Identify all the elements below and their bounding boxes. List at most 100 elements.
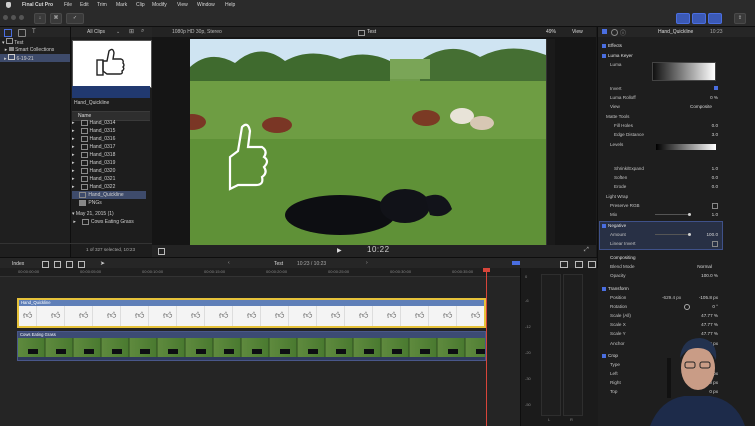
menu-file[interactable]: File <box>64 2 72 8</box>
row-value[interactable]: 1.0 <box>712 211 718 218</box>
playhead-handle[interactable] <box>483 268 490 272</box>
color-inspector-icon[interactable] <box>611 29 618 36</box>
compositing-header[interactable]: Compositing <box>600 254 722 261</box>
amount-value[interactable]: 100.0 <box>707 231 719 238</box>
clip-thumbnail[interactable] <box>72 40 152 88</box>
view-popup[interactable]: View <box>572 29 583 35</box>
keywords-button[interactable]: ⌘ <box>50 13 62 24</box>
list-item[interactable]: ▸ Hand_0314 <box>72 119 146 127</box>
row-value[interactable]: 3.0 <box>712 131 718 138</box>
fullscreen-icon[interactable]: ⤢ <box>584 247 589 254</box>
overwrite-clip-icon[interactable] <box>78 261 85 268</box>
list-item[interactable]: ▸ Hand_0320 <box>72 167 146 175</box>
row-value[interactable]: 0.0 <box>712 122 718 129</box>
forward-arrow-icon[interactable]: › <box>366 260 368 266</box>
back-arrow-icon[interactable]: ‹ <box>228 260 230 266</box>
negative-header[interactable]: Negative <box>600 222 722 229</box>
video-inspector-icon[interactable] <box>602 29 607 34</box>
select-tool-icon[interactable]: ➤ <box>100 260 105 267</box>
mix-slider[interactable] <box>655 214 691 215</box>
menu-edit[interactable]: Edit <box>80 2 89 8</box>
connect-clip-icon[interactable] <box>42 261 49 268</box>
menu-modify[interactable]: Modify <box>152 2 167 8</box>
timeline-area[interactable]: 00:00:00:00 00:00:05:00 00:00:10:00 00:0… <box>0 268 520 426</box>
amount-slider[interactable] <box>655 234 691 235</box>
menu-mark[interactable]: Mark <box>116 2 127 8</box>
preserve-rgb-checkbox[interactable] <box>712 203 718 209</box>
rotation-dial-icon[interactable] <box>684 304 690 310</box>
amount-slider-knob[interactable] <box>688 233 691 236</box>
index-button[interactable]: Index <box>12 261 24 267</box>
import-button[interactable]: ↓ <box>34 13 46 24</box>
timeline-ruler[interactable]: 00:00:00:00 00:00:05:00 00:00:10:00 00:0… <box>0 268 520 277</box>
minimize-window-icon[interactable] <box>11 15 16 20</box>
list-item[interactable]: PNGs <box>72 199 146 207</box>
event-row[interactable]: ▸ 6-19-21 <box>0 54 70 62</box>
checkbox-icon[interactable] <box>602 43 606 48</box>
blend-mode-value[interactable]: Normal <box>697 263 712 270</box>
effects-header[interactable]: Effects <box>600 42 722 49</box>
close-window-icon[interactable] <box>3 15 8 20</box>
layout-browser-button[interactable] <box>676 13 690 24</box>
smart-collections-row[interactable]: ▸ Smart Collections <box>2 46 54 54</box>
filter-popup[interactable]: All Clips <box>87 29 105 35</box>
checkbox-icon[interactable] <box>602 53 606 58</box>
list-item[interactable]: ▸ Hand_0318 <box>72 151 146 159</box>
zoom-popup[interactable]: 49% <box>546 29 556 35</box>
linear-invert-checkbox[interactable] <box>712 241 718 247</box>
scale-all-value[interactable]: 47.77 % <box>701 312 718 319</box>
view-value[interactable]: Composite <box>690 103 712 110</box>
scale-x-value[interactable]: 47.77 % <box>701 321 718 328</box>
rotation-value[interactable]: 0 ° <box>712 303 718 310</box>
checkbox-icon[interactable] <box>602 353 606 358</box>
date-group-row[interactable]: ▾ May 21, 2015 (1) <box>72 210 146 218</box>
list-item-selected[interactable]: Hand_Quickline <box>72 191 146 199</box>
menu-window[interactable]: Window <box>197 2 215 8</box>
clip-appearance-icon[interactable] <box>560 261 568 268</box>
invert-checkbox[interactable] <box>714 86 718 90</box>
luma-keyer-header[interactable]: Luma Keyer <box>600 52 722 59</box>
viewer-timecode[interactable]: 10:22 <box>367 245 390 254</box>
primary-clip[interactable]: Cows Eating Grass <box>17 331 486 361</box>
menu-clip[interactable]: Clip <box>136 2 145 8</box>
filter-chevron-icon[interactable]: ⌄ <box>116 29 120 35</box>
photos-icon[interactable] <box>18 29 26 37</box>
insert-clip-icon[interactable] <box>54 261 61 268</box>
mix-slider-knob[interactable] <box>688 213 691 216</box>
library-row[interactable]: ▾ Test <box>2 38 23 46</box>
layout-timeline-button[interactable] <box>692 13 706 24</box>
search-icon[interactable]: ⌕ <box>141 28 144 35</box>
list-item[interactable]: ▸ Hand_0315 <box>72 127 146 135</box>
transform-header[interactable]: Transform <box>600 285 722 292</box>
checkbox-icon[interactable] <box>602 286 606 291</box>
list-item[interactable]: ▸ Hand_0322 <box>72 183 146 191</box>
position-x-value[interactable]: -629.4 px <box>662 294 681 301</box>
share-button[interactable]: ⇪ <box>734 13 746 24</box>
row-value[interactable]: 0.0 <box>712 183 718 190</box>
menu-app[interactable]: Final Cut Pro <box>22 2 53 8</box>
row-value[interactable]: 0 % <box>710 94 718 101</box>
list-item[interactable]: ▸ Hand_0321 <box>72 175 146 183</box>
libraries-icon[interactable] <box>4 29 12 37</box>
disclosure-icon[interactable]: ▸ <box>0 56 8 62</box>
levels-gradient[interactable] <box>656 144 716 150</box>
checkbox-icon[interactable] <box>602 223 606 228</box>
luma-gradient[interactable] <box>652 62 716 81</box>
opacity-value[interactable]: 100.0 % <box>701 272 718 279</box>
transform-tool-icon[interactable] <box>158 248 165 255</box>
list-item[interactable]: ▸ Cows Eating Grass <box>72 218 146 226</box>
list-item[interactable]: ▸ Hand_0317 <box>72 143 146 151</box>
row-value[interactable]: 1.0 <box>712 165 718 172</box>
menu-trim[interactable]: Trim <box>97 2 107 8</box>
menu-view[interactable]: View <box>177 2 188 8</box>
zoom-window-icon[interactable] <box>19 15 24 20</box>
append-clip-icon[interactable] <box>66 261 73 268</box>
effects-browser-icon[interactable] <box>575 261 583 268</box>
layout-inspector-button[interactable] <box>708 13 722 24</box>
list-item[interactable]: ▸ Hand_0316 <box>72 135 146 143</box>
disclosure-icon[interactable]: ▸ <box>2 47 9 53</box>
video-frame[interactable] <box>190 39 546 245</box>
titles-icon[interactable]: T <box>32 29 36 35</box>
playhead[interactable] <box>486 268 487 426</box>
clip-appearance-icon[interactable]: ⊞ <box>129 28 134 35</box>
